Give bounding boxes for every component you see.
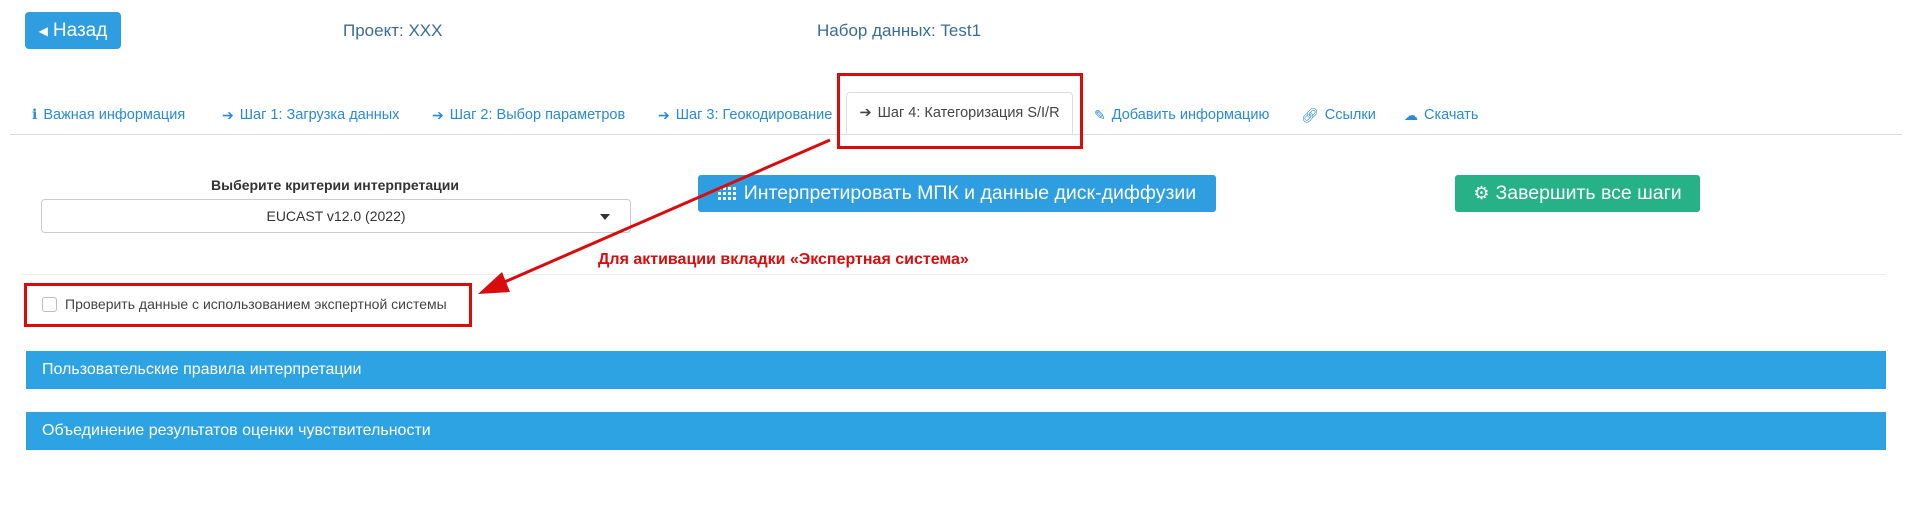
panel-merge-results[interactable]: Объединение результатов оценки чувствите…	[26, 412, 1886, 450]
panel-title: Пользовательские правила интерпретации	[42, 361, 362, 378]
panel-custom-rules[interactable]: Пользовательские правила интерпретации	[26, 351, 1886, 389]
panel-title: Объединение результатов оценки чувствите…	[42, 422, 431, 439]
